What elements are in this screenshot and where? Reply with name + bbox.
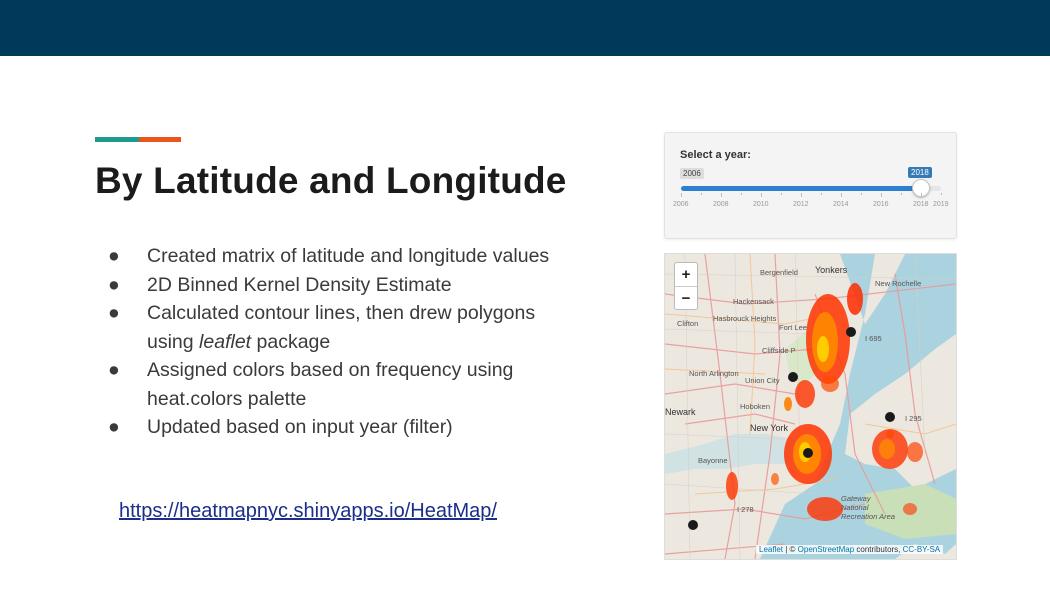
year-slider-panel: Select a year: 2006 2018 2006 2008 2010 201…: [664, 132, 957, 239]
map-place-hoboken: Hoboken: [740, 402, 771, 411]
slider-tick: [801, 193, 802, 197]
map-place-bergenfield: Bergenfield: [760, 268, 798, 277]
zoom-in-button[interactable]: +: [675, 263, 697, 287]
map-place-union-city: Union City: [745, 376, 780, 385]
accent-bar-teal: [95, 137, 139, 142]
map-place-i295: I 295: [905, 414, 922, 423]
slider-value-badge: 2018: [908, 167, 932, 178]
slider-tick-label: 2018: [913, 201, 929, 208]
bullet-list: ● Created matrix of latitude and longitud…: [108, 242, 578, 442]
slider-tick-label: 2019: [933, 201, 949, 208]
slider-tick: [841, 193, 842, 197]
map-place-new-rochelle: New Rochelle: [875, 279, 922, 288]
license-link[interactable]: CC-BY-SA: [903, 545, 941, 554]
map-attribution: Leaflet | © OpenStreetMap contributors, …: [756, 545, 944, 554]
slider-tick: [921, 193, 922, 197]
slider-tick-label: 2012: [793, 201, 809, 208]
heatmap-map[interactable]: Bergenfield Yonkers New Rochelle Hackens…: [664, 253, 957, 560]
map-place-i278: I 278: [737, 505, 754, 514]
slide-title: By Latitude and Longitude: [95, 160, 567, 201]
bullet-dot-icon: ●: [108, 302, 120, 324]
header-bar: [0, 0, 1050, 56]
slider-tick-label: 2006: [673, 201, 689, 208]
map-place-i695: I 695: [865, 334, 882, 343]
leaflet-link[interactable]: Leaflet: [759, 545, 783, 554]
map-place-clifton: Clifton: [677, 319, 699, 328]
slider-tick: [781, 193, 782, 195]
slider-tick-label: 2010: [753, 201, 769, 208]
slider-tick: [861, 193, 862, 195]
bullet-dot-icon: ●: [108, 245, 120, 267]
slider-tick: [721, 193, 722, 197]
bullet-item: ● Calculated contour lines, then drew pol…: [108, 299, 578, 356]
accent-bar-orange: [139, 137, 181, 142]
map-place-newark: Newark: [665, 407, 696, 417]
slider-tick-label: 2016: [873, 201, 889, 208]
bullet-item: ● 2D Binned Kernel Density Estimate: [108, 271, 578, 300]
bullet-dot-icon: ●: [108, 273, 120, 296]
slider-tick: [881, 193, 882, 197]
slider-tick: [821, 193, 822, 195]
slider-tick: [701, 193, 702, 195]
zoom-out-button[interactable]: −: [675, 287, 697, 310]
app-link[interactable]: https://heatmapnyc.shinyapps.io/HeatMap/: [119, 500, 497, 523]
bullet-dot-icon: ●: [108, 359, 120, 381]
slider-fill: [681, 186, 921, 191]
bullet-item: ● Assigned colors based on frequency usin…: [108, 356, 578, 413]
map-place-yonkers: Yonkers: [815, 265, 848, 275]
map-place-north-arlington: North Arlington: [689, 369, 739, 378]
slider-tick: [941, 193, 942, 195]
slider-tick-label: 2008: [713, 201, 729, 208]
map-place-cliffside: Cliffside P: [762, 346, 796, 355]
slider-tick: [901, 193, 902, 195]
osm-link[interactable]: OpenStreetMap: [798, 545, 854, 554]
map-tiles: [665, 254, 956, 559]
map-zoom-control: + −: [674, 262, 698, 310]
slider-tick: [741, 193, 742, 195]
map-place-gateway: Gateway National Recreation Area: [841, 494, 895, 521]
map-place-hasbrouck: Hasbrouck Heights: [713, 314, 777, 323]
bullet-item: ● Created matrix of latitude and longitud…: [108, 242, 578, 271]
slider-label: Select a year:: [680, 149, 751, 161]
map-place-bayonne: Bayonne: [698, 456, 728, 465]
slider-min-badge: 2006: [680, 168, 704, 179]
slider-tick-label: 2014: [833, 201, 849, 208]
bullet-dot-icon: ●: [108, 416, 120, 438]
bullet-item: ● Updated based on input year (filter): [108, 413, 578, 442]
slider-tick: [761, 193, 762, 197]
map-place-fort-lee: Fort Lee: [779, 323, 807, 332]
map-place-new-york: New York: [750, 423, 789, 433]
map-place-hackensack: Hackensack: [733, 297, 774, 306]
slider-tick: [681, 193, 682, 197]
package-name: leaflet: [199, 330, 252, 353]
